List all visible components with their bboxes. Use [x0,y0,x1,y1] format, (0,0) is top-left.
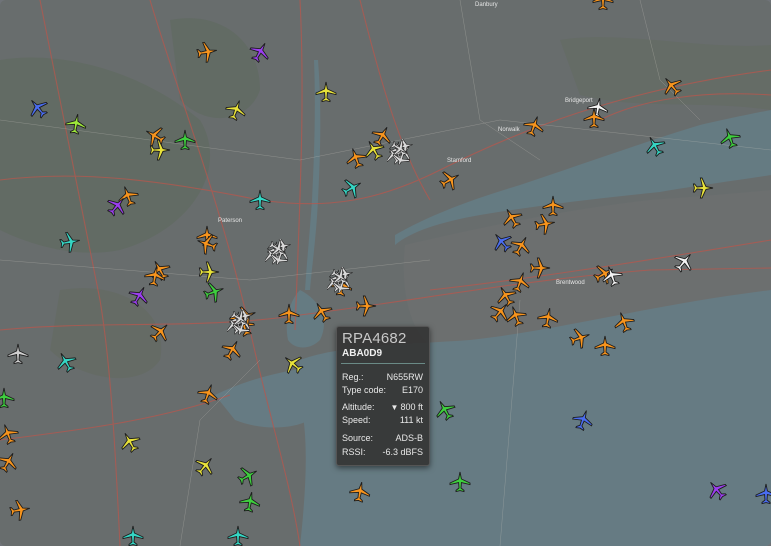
aircraft-marker-icon[interactable] [692,177,714,199]
aircraft-cluster-icon[interactable] [326,265,353,296]
descending-arrow-icon: ▼ [390,403,399,412]
aircraft-marker-icon[interactable] [673,251,695,273]
aircraft-marker-icon[interactable] [227,525,249,546]
aircraft-marker-icon[interactable] [613,311,635,333]
aircraft-marker-icon[interactable] [523,115,545,137]
rssi-value: -6.3 dBFS [382,447,423,457]
aircraft-cluster-icon[interactable] [226,307,253,338]
aircraft-cluster-icon[interactable] [264,237,291,268]
aircraft-marker-icon[interactable] [7,343,29,365]
aircraft-marker-icon[interactable] [363,139,385,161]
reg-label: Reg.: [342,372,364,382]
map-view[interactable]: Stamford Norwalk Bridgeport Danbury Pate… [0,0,771,546]
aircraft-marker-icon[interactable] [534,213,556,235]
aircraft-marker-icon[interactable] [594,335,616,357]
aircraft-marker-icon[interactable] [249,189,271,211]
aircraft-marker-icon[interactable] [149,321,171,343]
aircraft-marker-icon[interactable] [59,231,81,253]
aircraft-marker-icon[interactable] [119,431,141,453]
aircraft-marker-icon[interactable] [282,353,304,375]
aircraft-marker-icon[interactable] [0,451,19,473]
aircraft-marker-icon[interactable] [128,285,150,307]
aircraft-marker-icon[interactable] [106,195,128,217]
popup-divider [341,363,425,364]
altitude-value-wrap: ▼ 800 ft [391,402,423,412]
aircraft-marker-icon[interactable] [174,129,196,151]
aircraft-marker-icon[interactable] [583,107,605,129]
aircraft-marker-icon[interactable] [55,351,77,373]
aircraft-marker-icon[interactable] [449,471,471,493]
aircraft-marker-icon[interactable] [644,135,666,157]
aircraft-marker-icon[interactable] [510,235,532,257]
type-label: Type code: [342,385,387,395]
aircraft-marker-icon[interactable] [349,481,371,503]
aircraft-marker-icon[interactable] [311,301,333,323]
aircraft-marker-icon[interactable] [249,41,271,63]
aircraft-marker-icon[interactable] [197,383,219,405]
aircraft-marker-icon[interactable] [196,41,218,63]
aircraft-marker-icon[interactable] [572,409,594,431]
aircraft-marker-icon[interactable] [122,525,144,546]
aircraft-cluster-icon[interactable] [386,137,413,168]
aircraft-marker-icon[interactable] [144,265,166,287]
aircraft-marker-icon[interactable] [0,423,19,445]
aircraft-marker-icon[interactable] [196,233,218,255]
label-paterson: Paterson [218,218,243,224]
aircraft-marker-icon[interactable] [237,465,259,487]
speed-label: Speed: [342,415,371,425]
speed-value: 111 kt [399,415,423,425]
aircraft-marker-icon[interactable] [661,75,683,97]
aircraft-marker-icon[interactable] [198,261,220,283]
aircraft-marker-icon[interactable] [601,265,623,287]
aircraft-marker-icon[interactable] [706,479,728,501]
aircraft-marker-icon[interactable] [439,169,461,191]
aircraft-marker-icon[interactable] [719,127,741,149]
aircraft-marker-icon[interactable] [592,0,614,11]
aircraft-marker-icon[interactable] [194,455,216,477]
aircraft-marker-icon[interactable] [755,483,771,505]
aircraft-marker-icon[interactable] [278,303,300,325]
altitude-value: 800 ft [400,402,423,412]
label-norwalk: Norwalk [498,127,520,133]
aircraft-marker-icon[interactable] [149,139,171,161]
label-danbury: Danbury [475,2,498,8]
popup-callsign: RPA4682 [342,330,407,347]
aircraft-marker-icon[interactable] [341,177,363,199]
aircraft-marker-icon[interactable] [505,305,527,327]
label-brentwood: Brentwood [556,280,585,286]
rssi-label: RSSI: [342,447,366,457]
aircraft-info-popup: RPA4682 ABA0D9 Reg.: N655RW Type code: E… [336,326,430,466]
aircraft-marker-icon[interactable] [501,207,523,229]
aircraft-marker-icon[interactable] [203,281,225,303]
source-value: ADS-B [395,433,423,443]
aircraft-marker-icon[interactable] [65,113,87,135]
source-label: Source: [342,433,374,443]
type-value: E170 [401,385,423,395]
aircraft-marker-icon[interactable] [225,99,247,121]
reg-value: N655RW [386,372,423,382]
aircraft-marker-icon[interactable] [221,339,243,361]
aircraft-marker-icon[interactable] [27,97,49,119]
popup-hex-code: ABA0D9 [342,348,383,359]
aircraft-marker-icon[interactable] [315,81,337,103]
aircraft-marker-icon[interactable] [239,491,261,513]
aircraft-marker-icon[interactable] [434,399,456,421]
aircraft-marker-icon[interactable] [9,499,31,521]
aircraft-marker-icon[interactable] [355,295,377,317]
aircraft-marker-icon[interactable] [0,387,15,409]
altitude-label: Altitude: [342,402,375,412]
label-stamford: Stamford [447,158,472,164]
aircraft-marker-icon[interactable] [529,257,551,279]
aircraft-marker-icon[interactable] [537,307,559,329]
aircraft-marker-icon[interactable] [569,327,591,349]
